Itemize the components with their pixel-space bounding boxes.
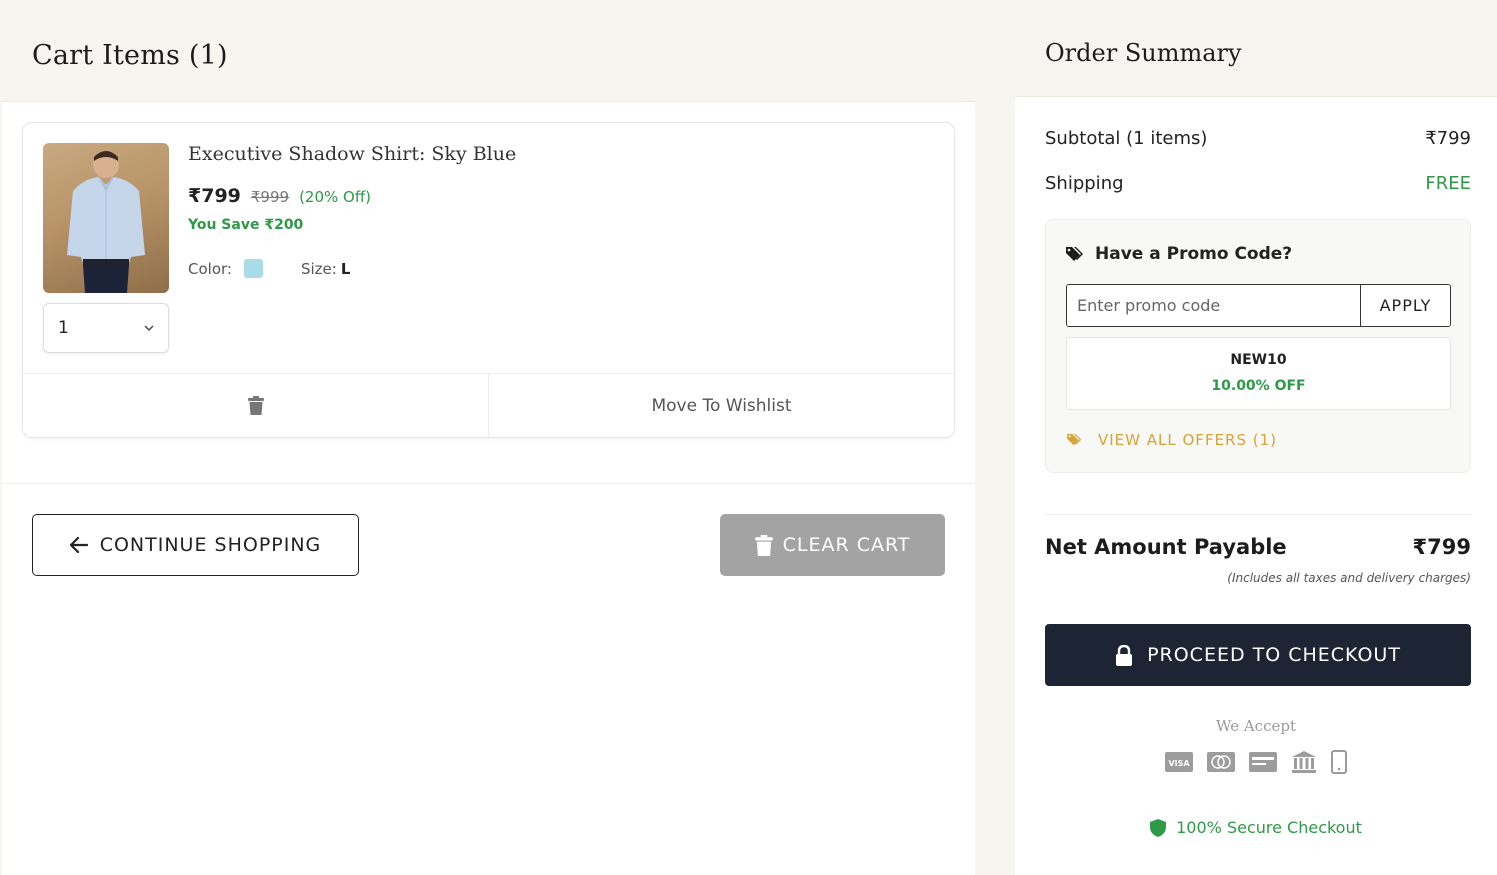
move-to-wishlist-button[interactable]: Move To Wishlist [489,374,954,437]
view-all-offers-label: VIEW ALL OFFERS (1) [1098,431,1278,449]
color-swatch [243,259,263,278]
mastercard-icon [1207,752,1235,772]
clear-cart-label: CLEAR CART [782,534,911,556]
product-image[interactable] [43,143,169,293]
shield-icon [1150,818,1167,837]
secure-checkout: 100% Secure Checkout [1015,818,1497,837]
shirt-model-illustration [67,151,145,293]
quantity-select[interactable]: 1 [43,303,169,353]
lock-icon [1116,644,1133,666]
trash-icon [247,396,264,415]
shipping-value: FREE [1425,173,1471,194]
arrow-left-icon [69,537,88,553]
wishlist-label: Move To Wishlist [651,395,792,416]
continue-shopping-button[interactable]: CONTINUE SHOPPING [32,514,359,576]
divider [2,483,975,484]
item-info: Executive Shadow Shirt: Sky Blue ₹799 ₹9… [188,143,516,278]
price-row: ₹799 ₹999 (20% Off) [188,185,516,207]
secure-checkout-label: 100% Secure Checkout [1176,818,1362,837]
svg-text:VISA: VISA [1168,759,1190,768]
checkout-label: PROCEED TO CHECKOUT [1147,644,1401,666]
tags-icon [1066,246,1083,261]
net-amount-value: ₹799 [1412,535,1471,559]
card-icon [1249,752,1277,772]
offer-discount: 10.00% OFF [1211,378,1306,394]
promo-code-input[interactable] [1067,285,1360,326]
net-amount-row: Net Amount Payable ₹799 [1045,535,1471,559]
divider [1045,514,1471,515]
size-value: L [340,259,351,278]
promo-title: Have a Promo Code? [1066,244,1292,264]
original-price: ₹999 [250,188,290,206]
product-name[interactable]: Executive Shadow Shirt: Sky Blue [188,143,516,165]
net-amount-label: Net Amount Payable [1045,535,1287,559]
net-amount-note: (Includes all taxes and delivery charges… [1227,571,1471,585]
savings-text: You Save ₹200 [188,217,304,233]
payment-methods: VISA [1015,750,1497,774]
clear-cart-button[interactable]: CLEAR CART [720,514,945,576]
promo-code-box: Have a Promo Code? APPLY NEW10 10.00% OF… [1045,219,1471,473]
discount-percent: (20% Off) [299,188,372,206]
quantity-value: 1 [58,318,69,338]
offer-code: NEW10 [1230,352,1287,368]
item-attributes: Color: Size: L [188,259,516,278]
bank-icon [1292,751,1316,773]
current-price: ₹799 [188,185,241,207]
mobile-icon [1331,750,1347,774]
summary-header: Order Summary [1015,10,1497,97]
remove-item-button[interactable] [23,374,489,437]
promo-form: APPLY [1066,284,1451,327]
trash-icon [754,534,773,556]
proceed-to-checkout-button[interactable]: PROCEED TO CHECKOUT [1045,624,1471,686]
subtotal-row: Subtotal (1 items) ₹799 [1045,128,1471,149]
summary-title: Order Summary [1045,39,1242,67]
visa-icon: VISA [1165,752,1193,772]
cart-panel: Cart Items (1) 1 Executive Shadow Shirt:… [2,10,975,875]
apply-promo-button[interactable]: APPLY [1360,285,1450,326]
color-label: Color: [188,259,232,278]
we-accept-label: We Accept [1216,717,1296,735]
view-all-offers-link[interactable]: VIEW ALL OFFERS (1) [1066,431,1277,449]
promo-title-text: Have a Promo Code? [1095,244,1293,264]
cart-title: Cart Items (1) [32,40,228,71]
cart-header: Cart Items (1) [2,10,975,102]
shipping-label: Shipping [1045,173,1124,194]
order-summary-panel: Order Summary Subtotal (1 items) ₹799 Sh… [1015,10,1497,875]
cart-item-card: 1 Executive Shadow Shirt: Sky Blue ₹799 … [22,122,955,438]
subtotal-value: ₹799 [1425,128,1471,149]
subtotal-label: Subtotal (1 items) [1045,128,1208,149]
size-label: Size: [300,259,337,278]
item-actions: Move To Wishlist [23,373,954,437]
continue-shopping-label: CONTINUE SHOPPING [99,534,322,556]
chevron-down-icon [144,325,154,331]
shipping-row: Shipping FREE [1045,173,1471,194]
tags-icon [1067,433,1082,446]
offer-card[interactable]: NEW10 10.00% OFF [1066,337,1451,410]
